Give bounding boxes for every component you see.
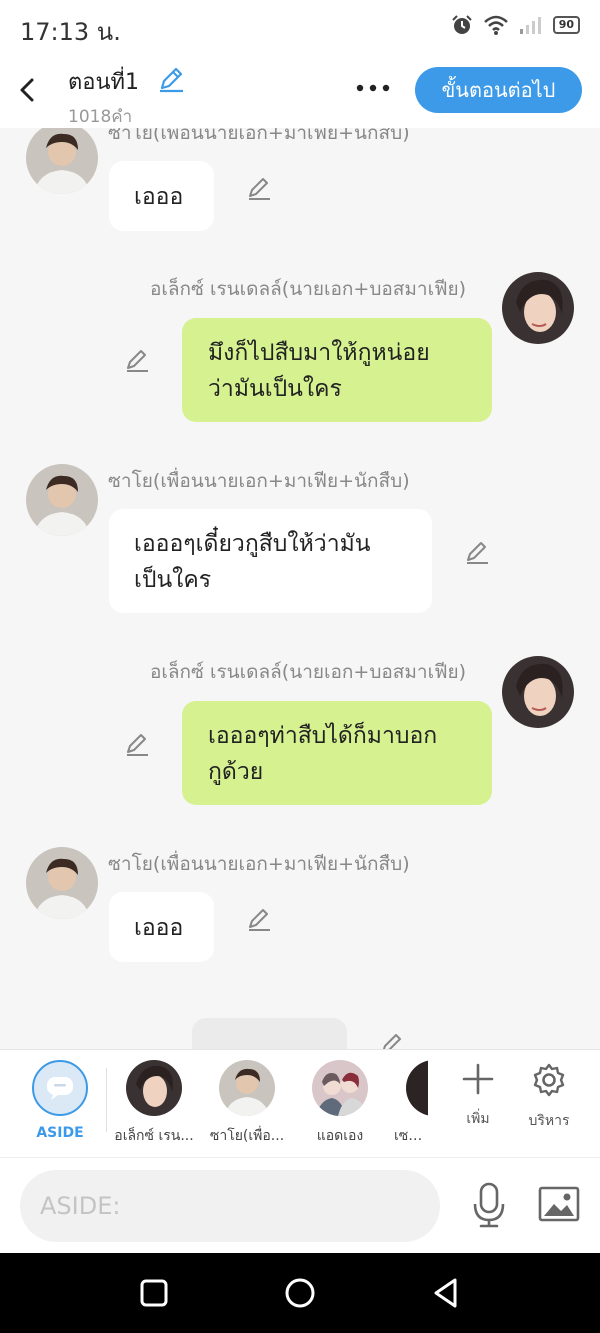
message-line: เอออๆท่าสืบได้ก็มาบอก — [208, 723, 438, 749]
recent-apps-icon[interactable] — [136, 1275, 172, 1311]
avatar-sayo — [219, 1060, 275, 1116]
character-name: ASIDE — [36, 1125, 84, 1141]
avatar-partial — [406, 1060, 428, 1116]
chat-bubble-icon — [47, 1077, 73, 1100]
alarm-icon — [451, 15, 472, 34]
signal-icon — [519, 17, 541, 34]
message-line: เอออๆเดี๋ยวกูสืบให้ว่ามัน — [134, 531, 371, 557]
manage-label: บริหาร — [528, 1113, 570, 1129]
add-character-button[interactable]: เพิ่ม — [448, 1062, 508, 1130]
message-bubble[interactable]: เอออ — [109, 161, 214, 231]
character-name: ซาโย(เพื่อ... — [209, 1128, 285, 1144]
speaker-name: ซาโย(เพื่อนนายเอก+มาเฟีย+นักสืบ) — [108, 853, 410, 875]
edit-message-pencil-icon[interactable] — [245, 905, 273, 933]
edit-title-pencil-icon[interactable] — [156, 64, 186, 94]
status-time: 17:13 น. — [20, 18, 121, 46]
message-input-bar — [0, 1157, 600, 1253]
status-icons: 90 — [451, 14, 580, 36]
message-line: กูด้วย — [208, 759, 264, 785]
character-name: แอดเอง — [316, 1128, 364, 1144]
plus-icon — [462, 1063, 494, 1095]
avatar-alex[interactable] — [502, 656, 574, 728]
character-alex[interactable]: อเล็กซ์ เรน... — [112, 1060, 196, 1147]
character-name: เซย่าเ — [394, 1128, 428, 1144]
message-input[interactable] — [20, 1170, 440, 1242]
speaker-name: ซาโย(เพื่อนนายเอก+มาเฟีย+นักสืบ) — [108, 470, 410, 492]
episode-title[interactable]: ตอนที่1 — [68, 64, 139, 99]
message-bubble[interactable]: เอออๆเดี๋ยวกูสืบให้ว่ามัน เป็นใคร — [109, 509, 432, 613]
avatar-admin — [312, 1060, 368, 1116]
speaker-name: อเล็กซ์ เรนเดลล์(นายเอก+บอสมาเฟีย) — [150, 278, 467, 300]
avatar-sayo[interactable] — [26, 464, 98, 536]
edit-message-pencil-icon[interactable] — [123, 346, 151, 374]
aside-avatar — [32, 1060, 88, 1116]
avatar-sayo[interactable] — [26, 128, 98, 194]
avatar-alex[interactable] — [502, 272, 574, 344]
character-sayo[interactable]: ซาโย(เพื่อ... — [205, 1060, 289, 1147]
message-line: ว่ามันเป็นใคร — [208, 376, 342, 402]
system-navigation-bar — [0, 1253, 600, 1333]
more-options-icon[interactable] — [354, 76, 392, 100]
speaker-name: ซาโย(เพื่อนนายเอก+มาเฟีย+นักสืบ) — [108, 128, 410, 144]
avatar-alex — [126, 1060, 182, 1116]
back-triangle-icon[interactable] — [428, 1275, 464, 1311]
message-bubble[interactable]: เอออ — [109, 892, 214, 962]
add-label: เพิ่ม — [466, 1111, 490, 1127]
status-bar: 17:13 น. 90 — [0, 0, 600, 54]
gear-icon — [533, 1063, 565, 1097]
edit-message-pencil-icon[interactable] — [123, 730, 151, 758]
battery-indicator: 90 — [552, 16, 580, 34]
divider — [106, 1068, 107, 1132]
message-bubble[interactable]: เอออๆท่าสืบได้ก็มาบอก กูด้วย — [182, 701, 492, 805]
chat-story-editor-screen: 17:13 น. 90 ตอนที่1 1018คำ ขั้นตอนต่อไป … — [0, 0, 600, 1333]
microphone-icon[interactable] — [470, 1182, 508, 1228]
chat-message-area[interactable]: ซาโย(เพื่อนนายเอก+มาเฟีย+นักสืบ) เอออ อเ… — [0, 128, 600, 1049]
character-selector-bar: ASIDE อเล็กซ์ เรน... ซาโย(เพื่อ... แอดเอ… — [0, 1049, 600, 1157]
character-name: อเล็กซ์ เรน... — [114, 1128, 194, 1144]
edit-message-pencil-icon[interactable] — [245, 174, 273, 202]
character-aside[interactable]: ASIDE — [18, 1060, 102, 1141]
message-line: มึงก็ไปสืบมาให้กูหน่อย — [208, 340, 430, 366]
image-icon[interactable] — [538, 1186, 580, 1222]
message-bubble-partial[interactable] — [192, 1018, 347, 1049]
character-admin[interactable]: แอดเอง — [298, 1060, 382, 1147]
back-arrow-icon[interactable] — [12, 72, 42, 108]
avatar-sayo[interactable] — [26, 847, 98, 919]
edit-message-pencil-icon[interactable] — [463, 538, 491, 566]
manage-characters-button[interactable]: บริหาร — [519, 1062, 579, 1132]
message-line: เป็นใคร — [134, 567, 212, 593]
edit-message-pencil-icon[interactable] — [378, 1030, 406, 1049]
message-bubble[interactable]: มึงก็ไปสืบมาให้กูหน่อย ว่ามันเป็นใคร — [182, 318, 492, 422]
home-icon[interactable] — [282, 1275, 318, 1311]
editor-header: ตอนที่1 1018คำ ขั้นตอนต่อไป — [0, 54, 600, 128]
title-area: ตอนที่1 1018คำ — [68, 64, 183, 130]
next-step-button[interactable]: ขั้นตอนต่อไป — [415, 67, 582, 113]
word-count: 1018คำ — [68, 107, 133, 127]
wifi-icon — [483, 15, 508, 35]
character-partial[interactable]: เซย่าเ — [388, 1060, 428, 1147]
speaker-name: อเล็กซ์ เรนเดลล์(นายเอก+บอสมาเฟีย) — [150, 661, 467, 683]
